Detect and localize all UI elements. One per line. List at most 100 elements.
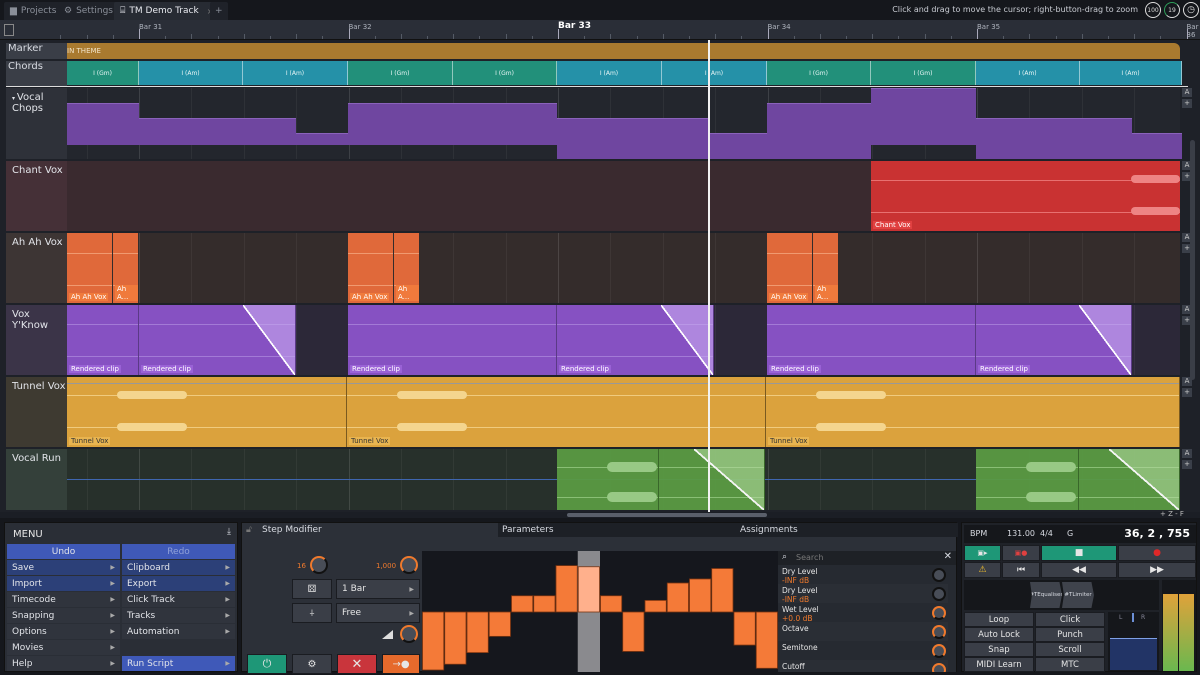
chord-block[interactable]: I (Am) — [139, 61, 243, 85]
chord-block[interactable]: I (Am) — [662, 61, 767, 85]
undo-button[interactable]: Undo — [7, 544, 120, 559]
snap-button[interactable]: Snap — [964, 642, 1034, 657]
step-bar[interactable] — [488, 611, 511, 637]
clock-icon[interactable]: ◷ — [1183, 2, 1199, 18]
bpm-value[interactable]: 131.00 — [1007, 529, 1035, 538]
power-button[interactable]: ⏻ — [247, 654, 287, 674]
fast-forward-button[interactable]: ▶▶ — [1118, 562, 1196, 578]
punch-button[interactable]: Punch — [1035, 627, 1105, 642]
tunnel-vox-clip[interactable]: Tunnel Vox — [67, 377, 347, 447]
tab-parameters[interactable]: Parameters — [502, 525, 554, 535]
menu-snapping[interactable]: Snapping ▶ — [7, 608, 120, 623]
ah-ah-vox-clip-short[interactable]: Ah A... — [813, 233, 838, 303]
parameter-item[interactable]: Dry Level -INF dB — [778, 565, 948, 585]
plugin-equaliser[interactable]: #TEqualiser — [1030, 582, 1062, 608]
time-signature[interactable]: 4/4 — [1040, 529, 1053, 538]
auto-lock-button[interactable]: Auto Lock — [964, 627, 1034, 642]
tab-settings[interactable]: ⚙ Settings — [58, 2, 119, 20]
menu-tracks[interactable]: Tracks ▶ — [122, 608, 235, 623]
chop-segment[interactable] — [296, 133, 348, 145]
chop-segment[interactable] — [709, 133, 767, 159]
chord-block[interactable]: I (Am) — [1080, 61, 1182, 85]
parameter-knob[interactable] — [932, 568, 946, 582]
tunnel-vox-clip[interactable]: Tunnel Vox — [766, 377, 1180, 447]
marker-clip[interactable]: IN THEME — [67, 43, 1180, 59]
tunnel-vox-header[interactable]: Tunnel Vox — [6, 377, 67, 447]
fade-out-handle[interactable] — [1109, 449, 1179, 510]
step-graph[interactable] — [422, 551, 778, 672]
curve-knob[interactable] — [400, 625, 418, 643]
tab-assignments[interactable]: Assignments — [740, 525, 798, 535]
chord-block[interactable]: I (Am) — [243, 61, 348, 85]
menu-options[interactable]: Options ▶ — [7, 624, 120, 639]
parameter-item[interactable]: Wet Level +0.0 dB — [778, 603, 948, 623]
settings-button[interactable]: ⚙ — [292, 654, 332, 674]
amount-knob[interactable] — [400, 556, 418, 574]
chant-vox-header[interactable]: Chant Vox — [6, 161, 67, 231]
position-readout[interactable]: 36, 2 , 755 — [1124, 527, 1190, 540]
step-bar[interactable] — [533, 595, 556, 613]
horizontal-scrollbar[interactable] — [567, 513, 767, 517]
chop-segment[interactable] — [1132, 133, 1182, 159]
stop-button[interactable]: ■ — [1041, 545, 1117, 561]
ah-ah-vox-clip[interactable]: Ah Ah Vox — [767, 233, 812, 303]
chord-block[interactable]: I (Am) — [976, 61, 1080, 85]
search-input[interactable]: Search — [796, 553, 823, 562]
step-bar[interactable] — [444, 611, 467, 665]
parameter-knob[interactable] — [932, 587, 946, 601]
chords-track-header[interactable]: Chords — [6, 61, 67, 86]
menu-export[interactable]: Export ▶ — [122, 576, 235, 591]
parameter-item[interactable]: Dry Level -INF dB — [778, 584, 948, 604]
step-bar[interactable] — [666, 582, 689, 613]
automation-button[interactable]: A + — [1182, 449, 1192, 471]
step-bar[interactable] — [733, 611, 756, 646]
fade-out-handle[interactable] — [243, 305, 295, 375]
chop-segment[interactable] — [139, 118, 296, 145]
sidebar-toggle-icon[interactable] — [4, 24, 14, 36]
length-select[interactable]: 1 Bar ▶ — [336, 579, 420, 599]
assign-button[interactable]: →● — [382, 654, 420, 674]
chop-segment[interactable] — [67, 103, 139, 145]
timeline-ruler[interactable]: Bar 31Bar 32Bar 33Bar 34Bar 35Bar 36Bar … — [0, 20, 1200, 59]
record-button[interactable]: ● — [1118, 545, 1196, 561]
ah-ah-vox-clip[interactable]: Ah Ah Vox — [67, 233, 112, 303]
vocal-run-clip[interactable] — [659, 449, 765, 510]
parameter-item[interactable]: Semitone — [778, 641, 948, 660]
step-bar[interactable] — [622, 611, 645, 652]
midi-learn-button[interactable]: MIDI Learn — [964, 657, 1034, 672]
zoom-controls[interactable]: + Z - F — [1160, 510, 1184, 518]
vocal-run-clip[interactable] — [1079, 449, 1180, 510]
mode-select[interactable]: Free ▶ — [336, 603, 420, 623]
menu-import[interactable]: Import ▶ — [7, 576, 120, 591]
menu-timecode[interactable]: Timecode ▶ — [7, 592, 120, 607]
tunnel-vox-clip[interactable]: Tunnel Vox — [347, 377, 766, 447]
scroll-button[interactable]: Scroll — [1035, 642, 1105, 657]
steps-knob[interactable] — [310, 556, 328, 574]
menu-clipboard[interactable]: Clipboard ▶ — [122, 560, 235, 575]
chord-block[interactable]: I (Gm) — [348, 61, 453, 85]
menu-movies[interactable]: Movies ▶ — [7, 640, 120, 655]
to-start-button[interactable]: ⏮ — [1002, 562, 1040, 578]
parameter-knob[interactable] — [932, 606, 946, 620]
fade-out-handle[interactable] — [1079, 305, 1131, 375]
rendered-clip[interactable]: Rendered clip — [557, 305, 714, 375]
parameter-item[interactable]: Cutoff — [778, 660, 948, 672]
vocal-chops-header[interactable]: ▾ Vocal Chops — [6, 88, 67, 159]
redo-button[interactable]: Redo — [122, 544, 235, 559]
step-bar[interactable] — [711, 568, 734, 613]
chop-segment[interactable] — [871, 88, 976, 145]
ah-ah-vox-clip-short[interactable]: Ah A... — [394, 233, 419, 303]
add-tab-button[interactable]: + — [210, 2, 228, 20]
rendered-clip[interactable]: Rendered clip — [67, 305, 139, 375]
rendered-clip[interactable]: Rendered clip — [139, 305, 296, 375]
playhead-cursor[interactable] — [708, 40, 710, 512]
marker-track-header[interactable]: Marker — [6, 43, 67, 59]
ah-ah-vox-clip[interactable]: Ah Ah Vox — [348, 233, 393, 303]
step-bar[interactable] — [577, 566, 600, 613]
vertical-scrollbar[interactable] — [1190, 140, 1195, 380]
chant-vox-clip[interactable]: Chant Vox — [871, 161, 1180, 231]
ah-ah-vox-header[interactable]: Ah Ah Vox — [6, 233, 67, 303]
chop-segment[interactable] — [348, 103, 557, 145]
fade-out-handle[interactable] — [694, 449, 764, 510]
step-bar[interactable] — [511, 595, 534, 613]
